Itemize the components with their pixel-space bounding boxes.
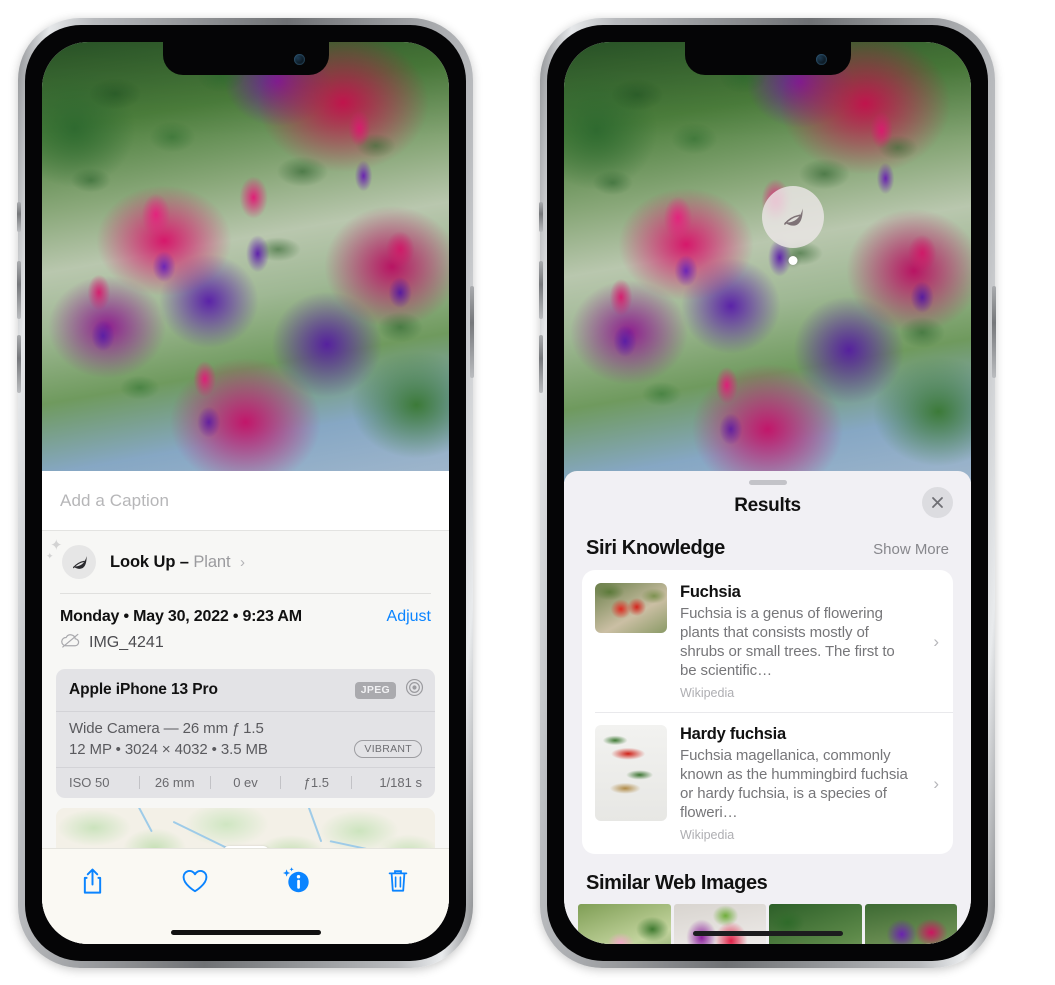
section-title: Similar Web Images xyxy=(586,872,768,895)
chevron-right-icon: › xyxy=(239,553,245,571)
similar-web-images-row xyxy=(564,904,971,944)
card-description: Fuchsia is a genus of flowering plants t… xyxy=(680,605,895,680)
favorite-button[interactable] xyxy=(168,861,222,901)
hardy-fuchsia-thumbnail xyxy=(595,725,667,822)
phone-bezel-right: Results Siri Knowledge Show More Fuchsia… xyxy=(547,25,988,961)
exif-stats-row: ISO 50 26 mm 0 ev ƒ1.5 1/181 s xyxy=(56,768,435,798)
screen-right: Results Siri Knowledge Show More Fuchsia… xyxy=(564,42,971,944)
notch-right xyxy=(684,42,851,75)
format-badge: JPEG xyxy=(354,681,396,699)
exif-stat-shutter: 1/181 s xyxy=(379,775,422,790)
lens-info: Wide Camera — 26 mm ƒ 1.5 xyxy=(69,720,264,737)
web-image-2[interactable] xyxy=(673,904,766,944)
camera-device: Apple iPhone 13 Pro xyxy=(69,681,218,698)
chevron-right-icon: › xyxy=(933,631,939,651)
notch-left xyxy=(162,42,329,75)
exif-stat-ev: 0 ev xyxy=(233,775,258,790)
knowledge-card-list: Fuchsia Fuchsia is a genus of flowering … xyxy=(582,570,953,855)
caption-field[interactable]: Add a Caption xyxy=(42,471,449,531)
look-up-subject: Plant xyxy=(193,552,231,571)
exif-stat-focal: 26 mm xyxy=(154,775,195,790)
visual-look-up-badge[interactable] xyxy=(762,186,824,265)
adjust-button[interactable]: Adjust xyxy=(387,608,431,626)
photo-viewer-right[interactable] xyxy=(564,42,971,482)
photo-viewer[interactable] xyxy=(42,42,449,474)
fuchsia-thumbnail xyxy=(595,583,667,633)
exif-stat-aperture: ƒ1.5 xyxy=(303,775,329,790)
page-title: Results xyxy=(734,495,801,516)
vibrant-badge: VIBRANT xyxy=(354,740,422,758)
look-up-title: Look Up – xyxy=(110,552,189,571)
front-camera-icon xyxy=(815,54,827,65)
results-sheet: Results Siri Knowledge Show More Fuchsia… xyxy=(564,471,971,944)
card-source: Wikipedia xyxy=(680,686,735,701)
web-image-4[interactable] xyxy=(864,904,957,944)
photo-vignette xyxy=(564,42,971,482)
card-source: Wikipedia xyxy=(680,828,735,843)
photo-info-sheet: Add a Caption ✦ ✦ Look Up – Plant › Mond… xyxy=(42,471,449,944)
web-image-1[interactable] xyxy=(578,904,671,944)
iphone-right: Results Siri Knowledge Show More Fuchsia… xyxy=(539,18,996,968)
icloud-slash-icon xyxy=(60,633,81,653)
screen-left: Add a Caption ✦ ✦ Look Up – Plant › Mond… xyxy=(42,42,449,944)
volume-up-button-left[interactable] xyxy=(17,261,21,319)
look-up-row[interactable]: ✦ ✦ Look Up – Plant › xyxy=(42,531,449,593)
photo-date: Monday • May 30, 2022 • 9:23 AM xyxy=(60,608,302,625)
similar-web-images-section-header: Similar Web Images xyxy=(564,854,971,904)
info-button[interactable] xyxy=(269,861,323,901)
web-image-3[interactable] xyxy=(769,904,862,944)
image-size-info: 12 MP • 3024 × 4032 • 3.5 MB xyxy=(69,740,268,758)
power-button-left[interactable] xyxy=(470,286,474,378)
iphone-left: Add a Caption ✦ ✦ Look Up – Plant › Mond… xyxy=(17,18,474,968)
knowledge-card[interactable]: Fuchsia Fuchsia is a genus of flowering … xyxy=(582,570,953,712)
power-button-right[interactable] xyxy=(992,286,996,378)
photo-metadata: Monday • May 30, 2022 • 9:23 AM Adjust I… xyxy=(42,594,449,663)
aperture-icon[interactable] xyxy=(405,678,424,702)
silent-switch-left[interactable] xyxy=(17,202,21,232)
card-title: Fuchsia xyxy=(680,583,741,601)
home-indicator[interactable] xyxy=(170,930,321,935)
home-indicator[interactable] xyxy=(692,931,843,936)
siri-knowledge-section-header: Siri Knowledge Show More xyxy=(564,531,971,570)
exif-stat-iso: ISO 50 xyxy=(69,775,110,790)
leaf-icon: ✦ ✦ xyxy=(46,538,96,579)
volume-down-button-right[interactable] xyxy=(539,335,543,393)
caption-placeholder: Add a Caption xyxy=(60,491,170,510)
exif-panel: Apple iPhone 13 Pro JPEG Wide Camera — 2… xyxy=(56,669,435,798)
show-more-button[interactable]: Show More xyxy=(873,541,949,558)
photo-toolbar xyxy=(42,848,449,944)
sparkle-icon-small: ✦ xyxy=(46,551,54,561)
screenshot-stage: Add a Caption ✦ ✦ Look Up – Plant › Mond… xyxy=(0,0,1055,985)
phone-bezel-left: Add a Caption ✦ ✦ Look Up – Plant › Mond… xyxy=(25,25,466,961)
photo-vignette xyxy=(42,42,449,474)
chevron-right-icon: › xyxy=(933,773,939,793)
share-button[interactable] xyxy=(66,861,120,901)
look-up-anchor-dot xyxy=(788,256,798,265)
delete-button[interactable] xyxy=(371,861,425,901)
look-up-label: Look Up – Plant › xyxy=(110,553,245,572)
card-description: Fuchsia magellanica, commonly known as t… xyxy=(680,747,908,822)
photo-filename: IMG_4241 xyxy=(89,634,164,651)
close-button[interactable] xyxy=(922,487,953,518)
card-title: Hardy fuchsia xyxy=(680,725,786,744)
volume-up-button-right[interactable] xyxy=(539,261,543,319)
volume-down-button-left[interactable] xyxy=(17,335,21,393)
silent-switch-right[interactable] xyxy=(539,202,543,232)
results-header: Results xyxy=(564,485,971,531)
section-title: Siri Knowledge xyxy=(586,537,725,559)
knowledge-card[interactable]: Hardy fuchsia Fuchsia magellanica, commo… xyxy=(582,712,953,854)
front-camera-icon xyxy=(293,54,305,65)
